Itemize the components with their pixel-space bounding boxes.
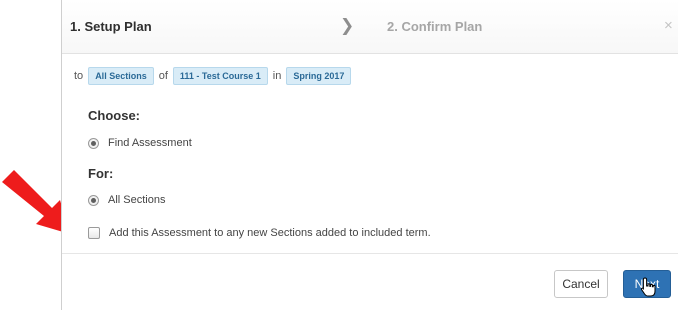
all-sections-label: All Sections — [108, 194, 166, 206]
scope-word-to: to — [74, 70, 84, 82]
setup-plan-dialog: 1. Setup Plan ❯ 2. Confirm Plan × to All… — [61, 0, 678, 310]
plan-scope: to All Sections of 111 - Test Course 1 i… — [74, 67, 352, 85]
add-to-new-sections-checkbox[interactable] — [88, 227, 100, 239]
add-to-new-sections-option[interactable]: Add this Assessment to any new Sections … — [88, 227, 431, 239]
sections-chip[interactable]: All Sections — [88, 67, 154, 85]
term-chip[interactable]: Spring 2017 — [286, 67, 352, 85]
add-to-new-sections-label: Add this Assessment to any new Sections … — [109, 227, 431, 239]
chevron-right-icon: ❯ — [340, 16, 355, 35]
find-assessment-label: Find Assessment — [108, 137, 192, 149]
choose-heading: Choose: — [88, 108, 140, 123]
scope-word-of: of — [158, 70, 168, 82]
course-chip[interactable]: 111 - Test Course 1 — [172, 67, 268, 85]
footer-divider — [62, 253, 678, 254]
find-assessment-radio[interactable] — [88, 137, 99, 149]
scope-word-in: in — [272, 70, 282, 82]
wizard-header: 1. Setup Plan ❯ 2. Confirm Plan × — [62, 0, 678, 54]
close-icon[interactable]: × — [664, 17, 673, 34]
step-setup-plan[interactable]: 1. Setup Plan — [70, 19, 152, 34]
cancel-button[interactable]: Cancel — [554, 270, 608, 298]
all-sections-radio[interactable] — [88, 194, 99, 206]
for-heading: For: — [88, 166, 114, 181]
find-assessment-option[interactable]: Find Assessment — [88, 137, 192, 149]
step-confirm-plan[interactable]: 2. Confirm Plan — [387, 19, 482, 34]
all-sections-option[interactable]: All Sections — [88, 194, 165, 206]
hand-pointer-icon — [640, 277, 656, 297]
